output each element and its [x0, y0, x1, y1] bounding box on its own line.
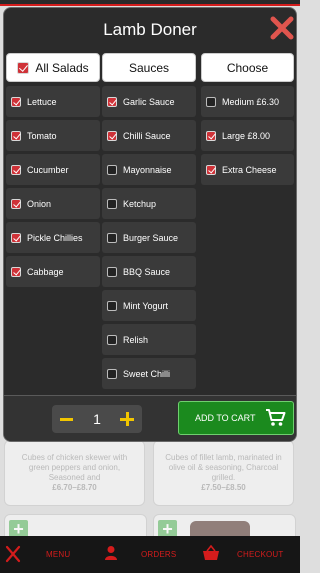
- option-label: Pickle Chillies: [27, 232, 83, 243]
- option-lettuce[interactable]: Lettuce: [6, 86, 100, 117]
- nav-checkout-label: CHECKOUT: [237, 550, 284, 559]
- checkbox-icon[interactable]: [11, 266, 21, 277]
- plus-icon[interactable]: [120, 412, 134, 426]
- option-label: Cabbage: [27, 266, 64, 277]
- menu-card-description: Cubes of fillet lamb, marinated in olive…: [165, 453, 282, 482]
- option-mint-yogurt[interactable]: Mint Yogurt: [102, 290, 196, 321]
- option-label: Large £8.00: [222, 130, 271, 141]
- checkbox-icon[interactable]: [107, 300, 117, 311]
- nav-orders-label: ORDERS: [141, 550, 177, 559]
- option-label: Mayonnaise: [123, 164, 172, 175]
- nav-menu[interactable]: MENU: [2, 536, 82, 573]
- nav-orders[interactable]: ORDERS: [100, 536, 190, 573]
- option-chilli-sauce[interactable]: Chilli Sauce: [102, 120, 196, 151]
- option-ketchup[interactable]: Ketchup: [102, 188, 196, 219]
- menu-card-price: £7.50–£8.50: [201, 483, 246, 492]
- bottom-nav: MENU ORDERS CHECKOUT: [0, 536, 300, 573]
- menu-card-price: £6.70–£8.70: [52, 483, 97, 492]
- option-onion[interactable]: Onion: [6, 188, 100, 219]
- basket-icon: [202, 544, 220, 566]
- top-bar: [0, 0, 300, 6]
- checkbox-icon[interactable]: [17, 61, 30, 74]
- salads-column: All Salads Lettuce Tomato Cucumber Onion…: [6, 53, 100, 290]
- checkbox-icon[interactable]: [107, 368, 117, 379]
- all-salads-toggle[interactable]: All Salads: [6, 53, 100, 82]
- option-label: Ketchup: [123, 198, 157, 209]
- option-label: Tomato: [27, 130, 57, 141]
- modal-footer: 1 ADD TO CART: [4, 395, 296, 441]
- cutlery-icon: [5, 545, 21, 568]
- option-label: Medium £6.30: [222, 96, 280, 107]
- option-large[interactable]: Large £8.00: [201, 120, 294, 151]
- menu-card-chicken-skewer[interactable]: Cubes of chicken skewer with green peppe…: [4, 440, 145, 506]
- checkbox-icon[interactable]: [11, 198, 21, 209]
- checkbox-icon[interactable]: [107, 198, 117, 209]
- option-tomato[interactable]: Tomato: [6, 120, 100, 151]
- column-header-label: All Salads: [35, 60, 89, 75]
- option-mayonnaise[interactable]: Mayonnaise: [102, 154, 196, 185]
- modal-title: Lamb Doner: [103, 20, 197, 39]
- option-label: Relish: [123, 334, 149, 345]
- nav-menu-label: MENU: [46, 550, 71, 559]
- option-label: Mint Yogurt: [123, 300, 169, 311]
- item-options-modal: Lamb Doner All Salads Lettuce Tomato Cuc…: [3, 7, 297, 442]
- menu-card-lamb-fillet[interactable]: Cubes of fillet lamb, marinated in olive…: [153, 440, 294, 506]
- checkbox-icon[interactable]: [11, 96, 21, 107]
- option-pickle-chillies[interactable]: Pickle Chillies: [6, 222, 100, 253]
- option-label: Lettuce: [27, 96, 57, 107]
- option-garlic-sauce[interactable]: Garlic Sauce: [102, 86, 196, 117]
- column-header-label: Sauces: [128, 60, 170, 75]
- option-medium[interactable]: Medium £6.30: [201, 86, 294, 117]
- option-label: Cucumber: [27, 164, 69, 175]
- checkbox-icon[interactable]: [107, 164, 117, 175]
- choose-column: Choose Medium £6.30 Large £8.00 Extra Ch…: [201, 53, 294, 188]
- option-label: Sweet Chilli: [123, 368, 171, 379]
- option-burger-sauce[interactable]: Burger Sauce: [102, 222, 196, 253]
- checkbox-icon[interactable]: [206, 96, 216, 107]
- checkbox-icon[interactable]: [107, 334, 117, 345]
- option-label: Extra Cheese: [222, 164, 277, 175]
- sauces-header[interactable]: Sauces: [102, 53, 196, 82]
- checkbox-icon[interactable]: [107, 130, 117, 141]
- nav-checkout[interactable]: CHECKOUT: [200, 536, 298, 573]
- checkbox-icon[interactable]: [107, 232, 117, 243]
- quantity-stepper: 1: [52, 405, 142, 433]
- option-label: Burger Sauce: [123, 232, 179, 243]
- option-relish[interactable]: Relish: [102, 324, 196, 355]
- option-sweet-chilli[interactable]: Sweet Chilli: [102, 358, 196, 389]
- close-icon[interactable]: [270, 16, 294, 40]
- checkbox-icon[interactable]: [107, 266, 117, 277]
- choose-header[interactable]: Choose: [201, 53, 294, 82]
- menu-card-description: Cubes of chicken skewer with green peppe…: [21, 453, 128, 482]
- checkbox-icon[interactable]: [206, 164, 216, 175]
- checkbox-icon[interactable]: [11, 164, 21, 175]
- checkbox-icon[interactable]: [206, 130, 216, 141]
- option-label: Chilli Sauce: [123, 130, 171, 141]
- option-bbq-sauce[interactable]: BBQ Sauce: [102, 256, 196, 287]
- column-header-label: Choose: [226, 60, 269, 75]
- option-label: Garlic Sauce: [123, 96, 175, 107]
- option-cucumber[interactable]: Cucumber: [6, 154, 100, 185]
- checkbox-icon[interactable]: [107, 96, 117, 107]
- checkbox-icon[interactable]: [11, 232, 21, 243]
- add-to-cart-button[interactable]: ADD TO CART: [178, 401, 294, 435]
- option-cabbage[interactable]: Cabbage: [6, 256, 100, 287]
- option-label: Onion: [27, 198, 52, 209]
- add-to-cart-label: ADD TO CART: [195, 413, 256, 423]
- option-extra-cheese[interactable]: Extra Cheese: [201, 154, 294, 185]
- cart-plus-icon: [265, 408, 287, 430]
- user-icon: [104, 545, 118, 566]
- option-label: BBQ Sauce: [123, 266, 171, 277]
- sauces-column: Sauces Garlic Sauce Chilli Sauce Mayonna…: [102, 53, 196, 392]
- checkbox-icon[interactable]: [11, 130, 21, 141]
